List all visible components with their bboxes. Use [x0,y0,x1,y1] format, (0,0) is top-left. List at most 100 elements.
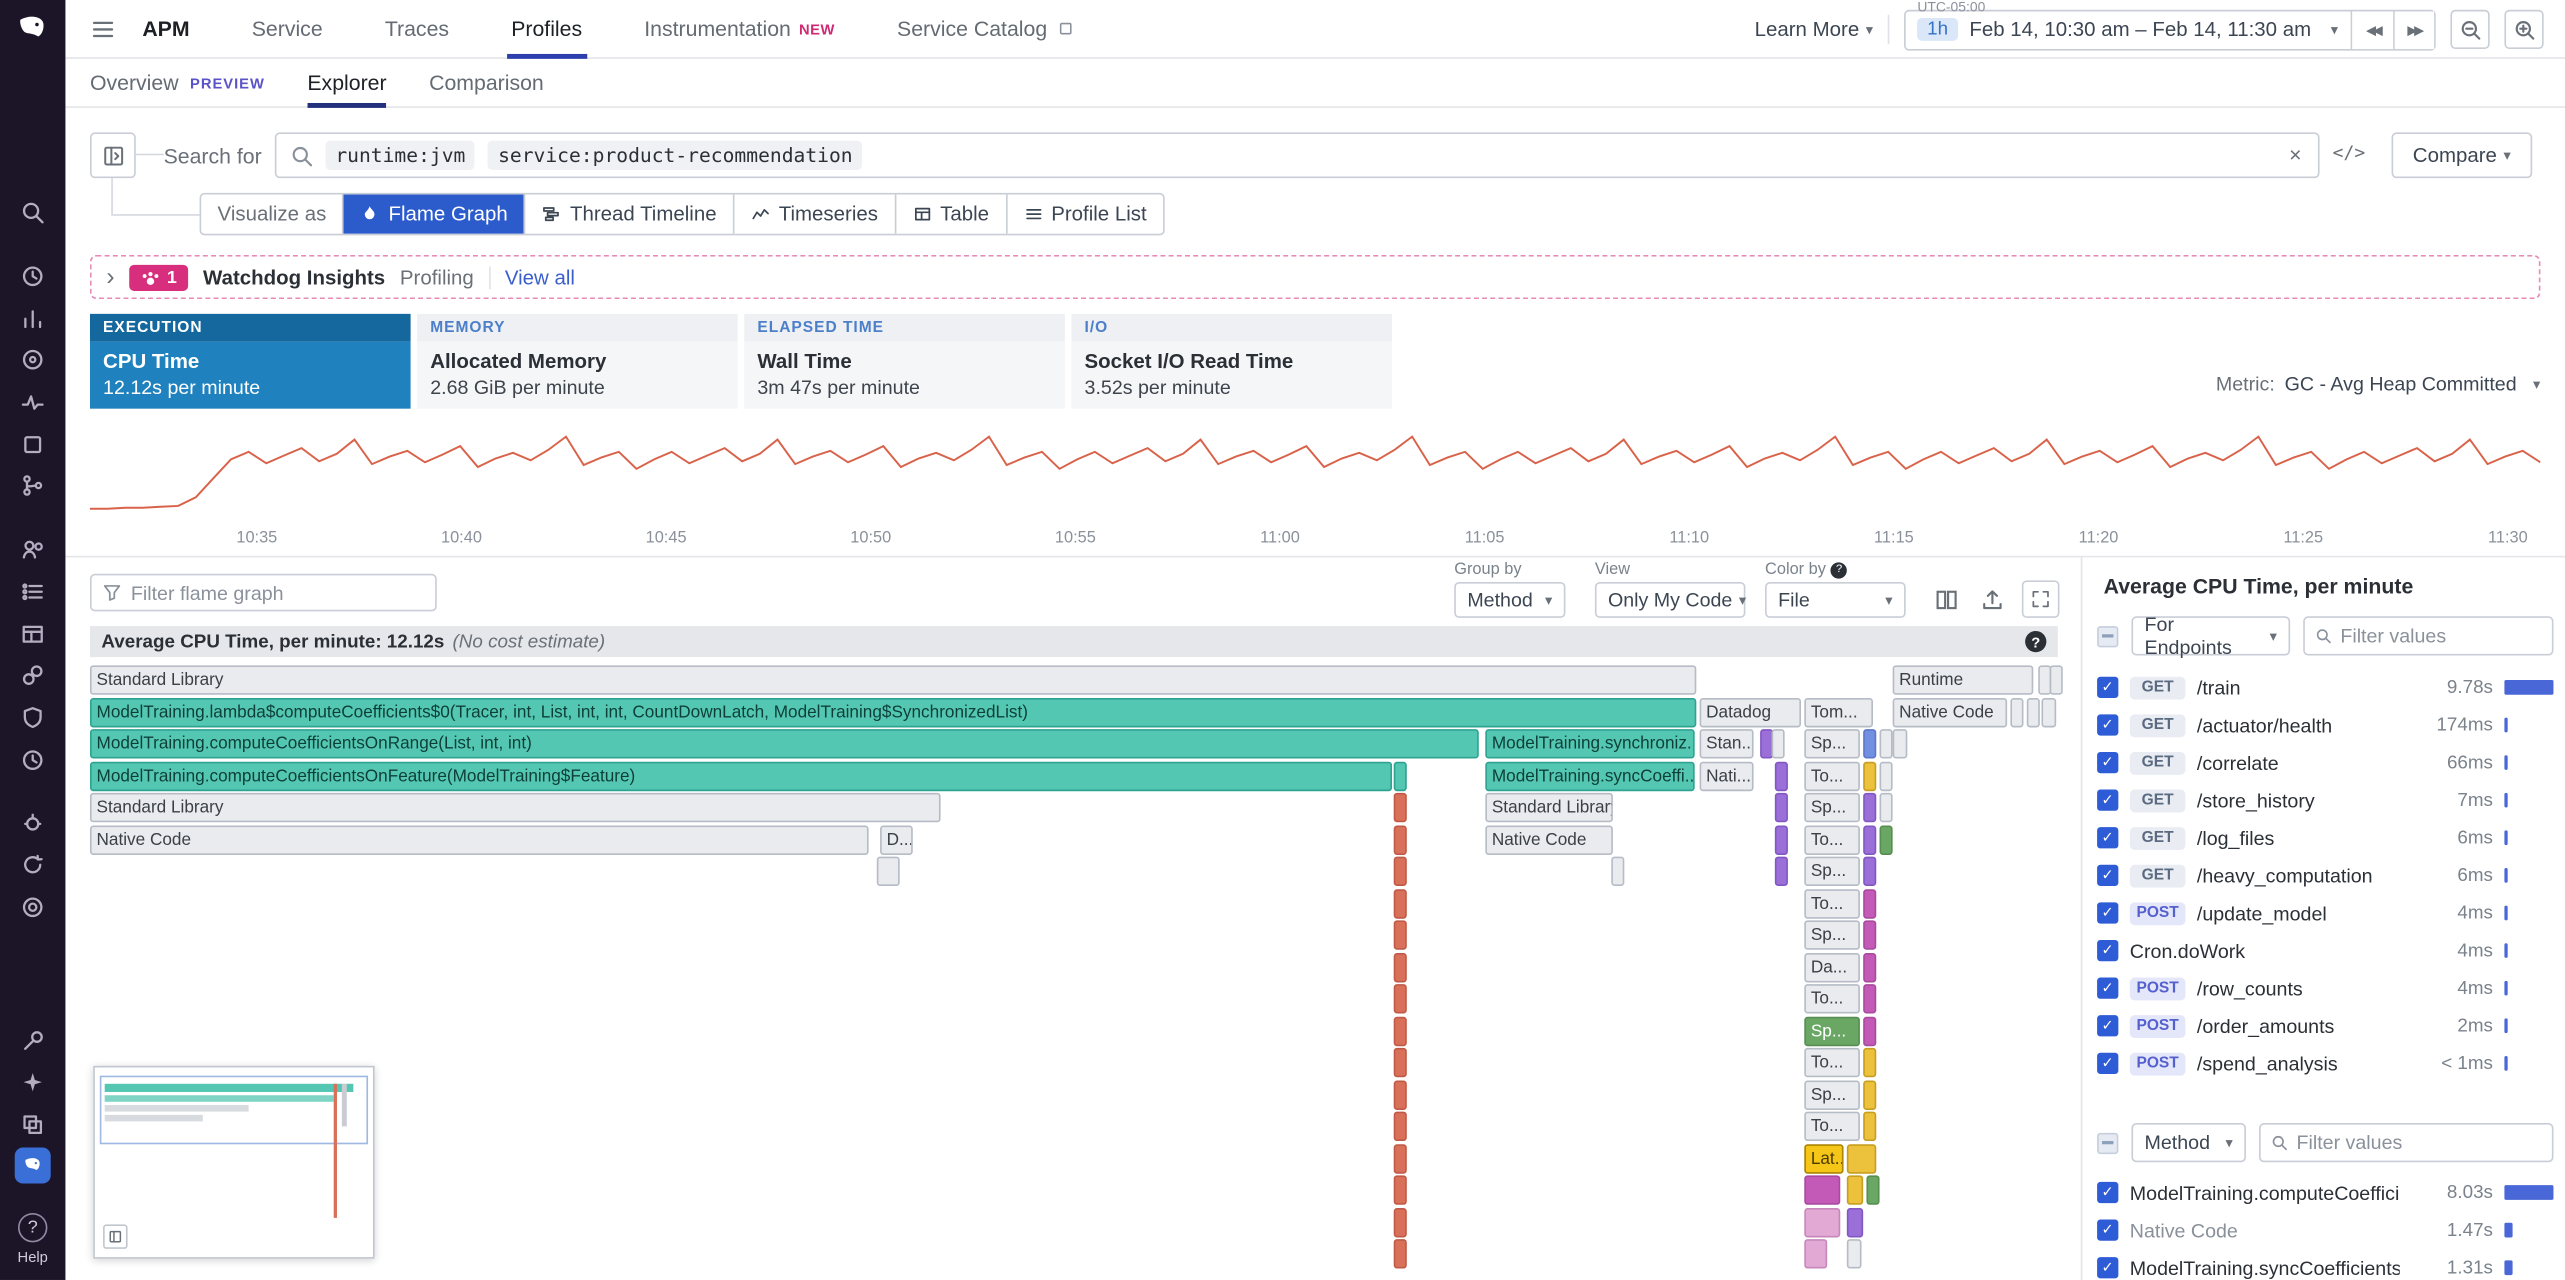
method-row[interactable]: ✓ModelTraining.computeCoefficie...8.03s [2082,1174,2565,1212]
flame-frame[interactable] [1880,762,1893,791]
flame-frame[interactable] [1863,953,1876,982]
visualize-option-profile-list[interactable]: Profile List [1007,195,1163,234]
listtree-icon[interactable] [20,579,46,605]
flame-frame[interactable] [1394,984,1407,1013]
flame-frame[interactable]: Nati... [1700,762,1754,791]
flame-frame[interactable]: Da... [1804,953,1860,982]
visualize-option-timeseries[interactable]: Timeseries [735,195,896,234]
flame-frame[interactable]: Sp... [1804,1081,1860,1110]
flame-frame[interactable] [1804,1175,1840,1204]
sparkle-icon[interactable] [20,1069,46,1095]
flame-frame[interactable] [2010,698,2023,727]
zoom-out-button[interactable] [2450,10,2489,49]
flame-frame[interactable] [1863,1017,1876,1046]
flame-frame[interactable] [1893,729,1908,758]
flame-frame[interactable]: Native Code [1893,698,2008,727]
flame-frame[interactable] [1394,1048,1407,1077]
flame-frame[interactable]: ModelTraining.computeCoefficientsOnRange… [90,729,1479,758]
flame-frame[interactable] [1863,762,1876,791]
color-by-dropdown[interactable]: File▾ [1765,582,1906,618]
flame-frame[interactable]: Native Code [90,826,869,855]
group-by-dropdown[interactable]: Method▾ [1454,582,1565,618]
flame-frame[interactable]: ModelTraining.synchroniz... [1485,729,1694,758]
method-dropdown[interactable]: Method▾ [2131,1123,2246,1162]
tab-overview[interactable]: Overview PREVIEW [90,58,265,107]
endpoint-row[interactable]: ✓POST/order_amounts2ms [2082,1007,2565,1045]
select-all-endpoints-checkbox[interactable] [2097,625,2118,646]
method-row[interactable]: ✓ModelTraining.syncCoefficientsO...1.31s [2082,1249,2565,1280]
people-icon[interactable] [20,536,46,562]
flame-frame[interactable] [2027,698,2040,727]
flame-frame[interactable]: Sp... [1804,1017,1860,1046]
row-checkbox[interactable]: ✓ [2097,902,2118,923]
flame-frame[interactable]: To... [1804,762,1860,791]
nav-item-apm[interactable]: APM [142,0,189,58]
flame-frame[interactable] [1847,1175,1863,1204]
flame-frame[interactable] [1394,1144,1407,1173]
flame-frame[interactable] [1394,1112,1407,1141]
history-icon[interactable] [20,263,46,289]
row-checkbox[interactable]: ✓ [2097,1257,2118,1278]
flame-frame[interactable]: Tom... [1804,698,1873,727]
help-button[interactable]: ? Help [0,1213,65,1265]
nav-item-service[interactable]: Service [252,0,323,58]
date-range-label[interactable]: Feb 14, 10:30 am – Feb 14, 11:30 am [1969,18,2311,41]
row-checkbox[interactable]: ✓ [2097,790,2118,811]
tab-explorer[interactable]: Explorer [307,58,386,107]
zoom-in-button[interactable] [2504,10,2543,49]
row-checkbox[interactable]: ✓ [2097,714,2118,735]
flame-frame[interactable] [2050,665,2063,694]
filter-endpoints-input[interactable] [2340,624,2552,647]
flame-frame[interactable]: To... [1804,826,1860,855]
endpoint-row[interactable]: ✓POST/update_model4ms [2082,894,2565,932]
row-checkbox[interactable]: ✓ [2097,1053,2118,1074]
learn-more-dropdown[interactable]: Learn More▾ [1755,18,1874,41]
fullscreen-button[interactable] [2022,580,2060,618]
filter-flame-graph-input[interactable] [131,581,435,604]
flame-frame[interactable] [1611,857,1624,886]
chevron-down-icon[interactable]: ▾ [2318,20,2352,38]
flame-frame[interactable] [2041,698,2056,727]
row-checkbox[interactable]: ✓ [2097,978,2118,999]
flame-frame[interactable] [1394,1175,1407,1204]
watchdog-badge[interactable]: 1 [129,264,188,290]
flame-frame[interactable] [1880,793,1893,822]
cpu-timeseries-chart[interactable] [90,412,2540,526]
endpoint-row[interactable]: ✓Cron.doWork4ms [2082,932,2565,970]
flame-frame[interactable]: Sp... [1804,729,1860,758]
code-view-icon[interactable]: </> [2333,142,2366,163]
stack-icon[interactable] [20,1112,46,1138]
search-input[interactable]: runtime:jvm service:product-recommendati… [275,132,2320,178]
clear-search-icon[interactable]: × [2289,142,2301,167]
endpoint-row[interactable]: ✓POST/row_counts4ms [2082,969,2565,1007]
endpoint-row[interactable]: ✓POST/spend_analysis< 1ms [2082,1045,2565,1083]
metric-card-i-o[interactable]: I/OSocket I/O Read Time3.52s per minute [1071,314,1392,409]
row-checkbox[interactable]: ✓ [2097,1219,2118,1240]
flame-frame[interactable] [1775,857,1788,886]
row-checkbox[interactable]: ✓ [2097,752,2118,773]
flame-frame[interactable] [1394,1239,1407,1268]
donut-icon[interactable] [20,347,46,373]
flame-frame[interactable] [1394,1017,1407,1046]
row-checkbox[interactable]: ✓ [2097,865,2118,886]
datadog-logo[interactable] [15,11,51,47]
view-dropdown[interactable]: Only My Code▾ [1595,582,1745,618]
minimap-toggle-button[interactable] [103,1224,128,1249]
flame-frame[interactable] [1804,1208,1840,1237]
nav-item-service-catalog[interactable]: Service Catalog [897,0,1075,58]
flame-minimap[interactable] [93,1066,374,1259]
flame-frame[interactable] [1863,889,1876,918]
flame-frame[interactable] [1804,1239,1827,1268]
flame-frame[interactable]: Runtime [1893,665,2034,694]
flame-frame[interactable]: D... [880,826,913,855]
visualize-option-thread-timeline[interactable]: Thread Timeline [526,195,735,234]
expand-chevron-icon[interactable]: › [106,265,114,290]
flame-frame[interactable]: Sp... [1804,793,1860,822]
split-columns-icon[interactable] [1934,587,1960,613]
flame-frame[interactable] [1863,793,1876,822]
tableicon-icon[interactable] [20,621,46,647]
flame-frame[interactable] [1394,793,1407,822]
cube-icon[interactable] [20,432,46,458]
view-all-link[interactable]: View all [505,266,575,289]
flame-frame[interactable] [1863,1112,1876,1141]
